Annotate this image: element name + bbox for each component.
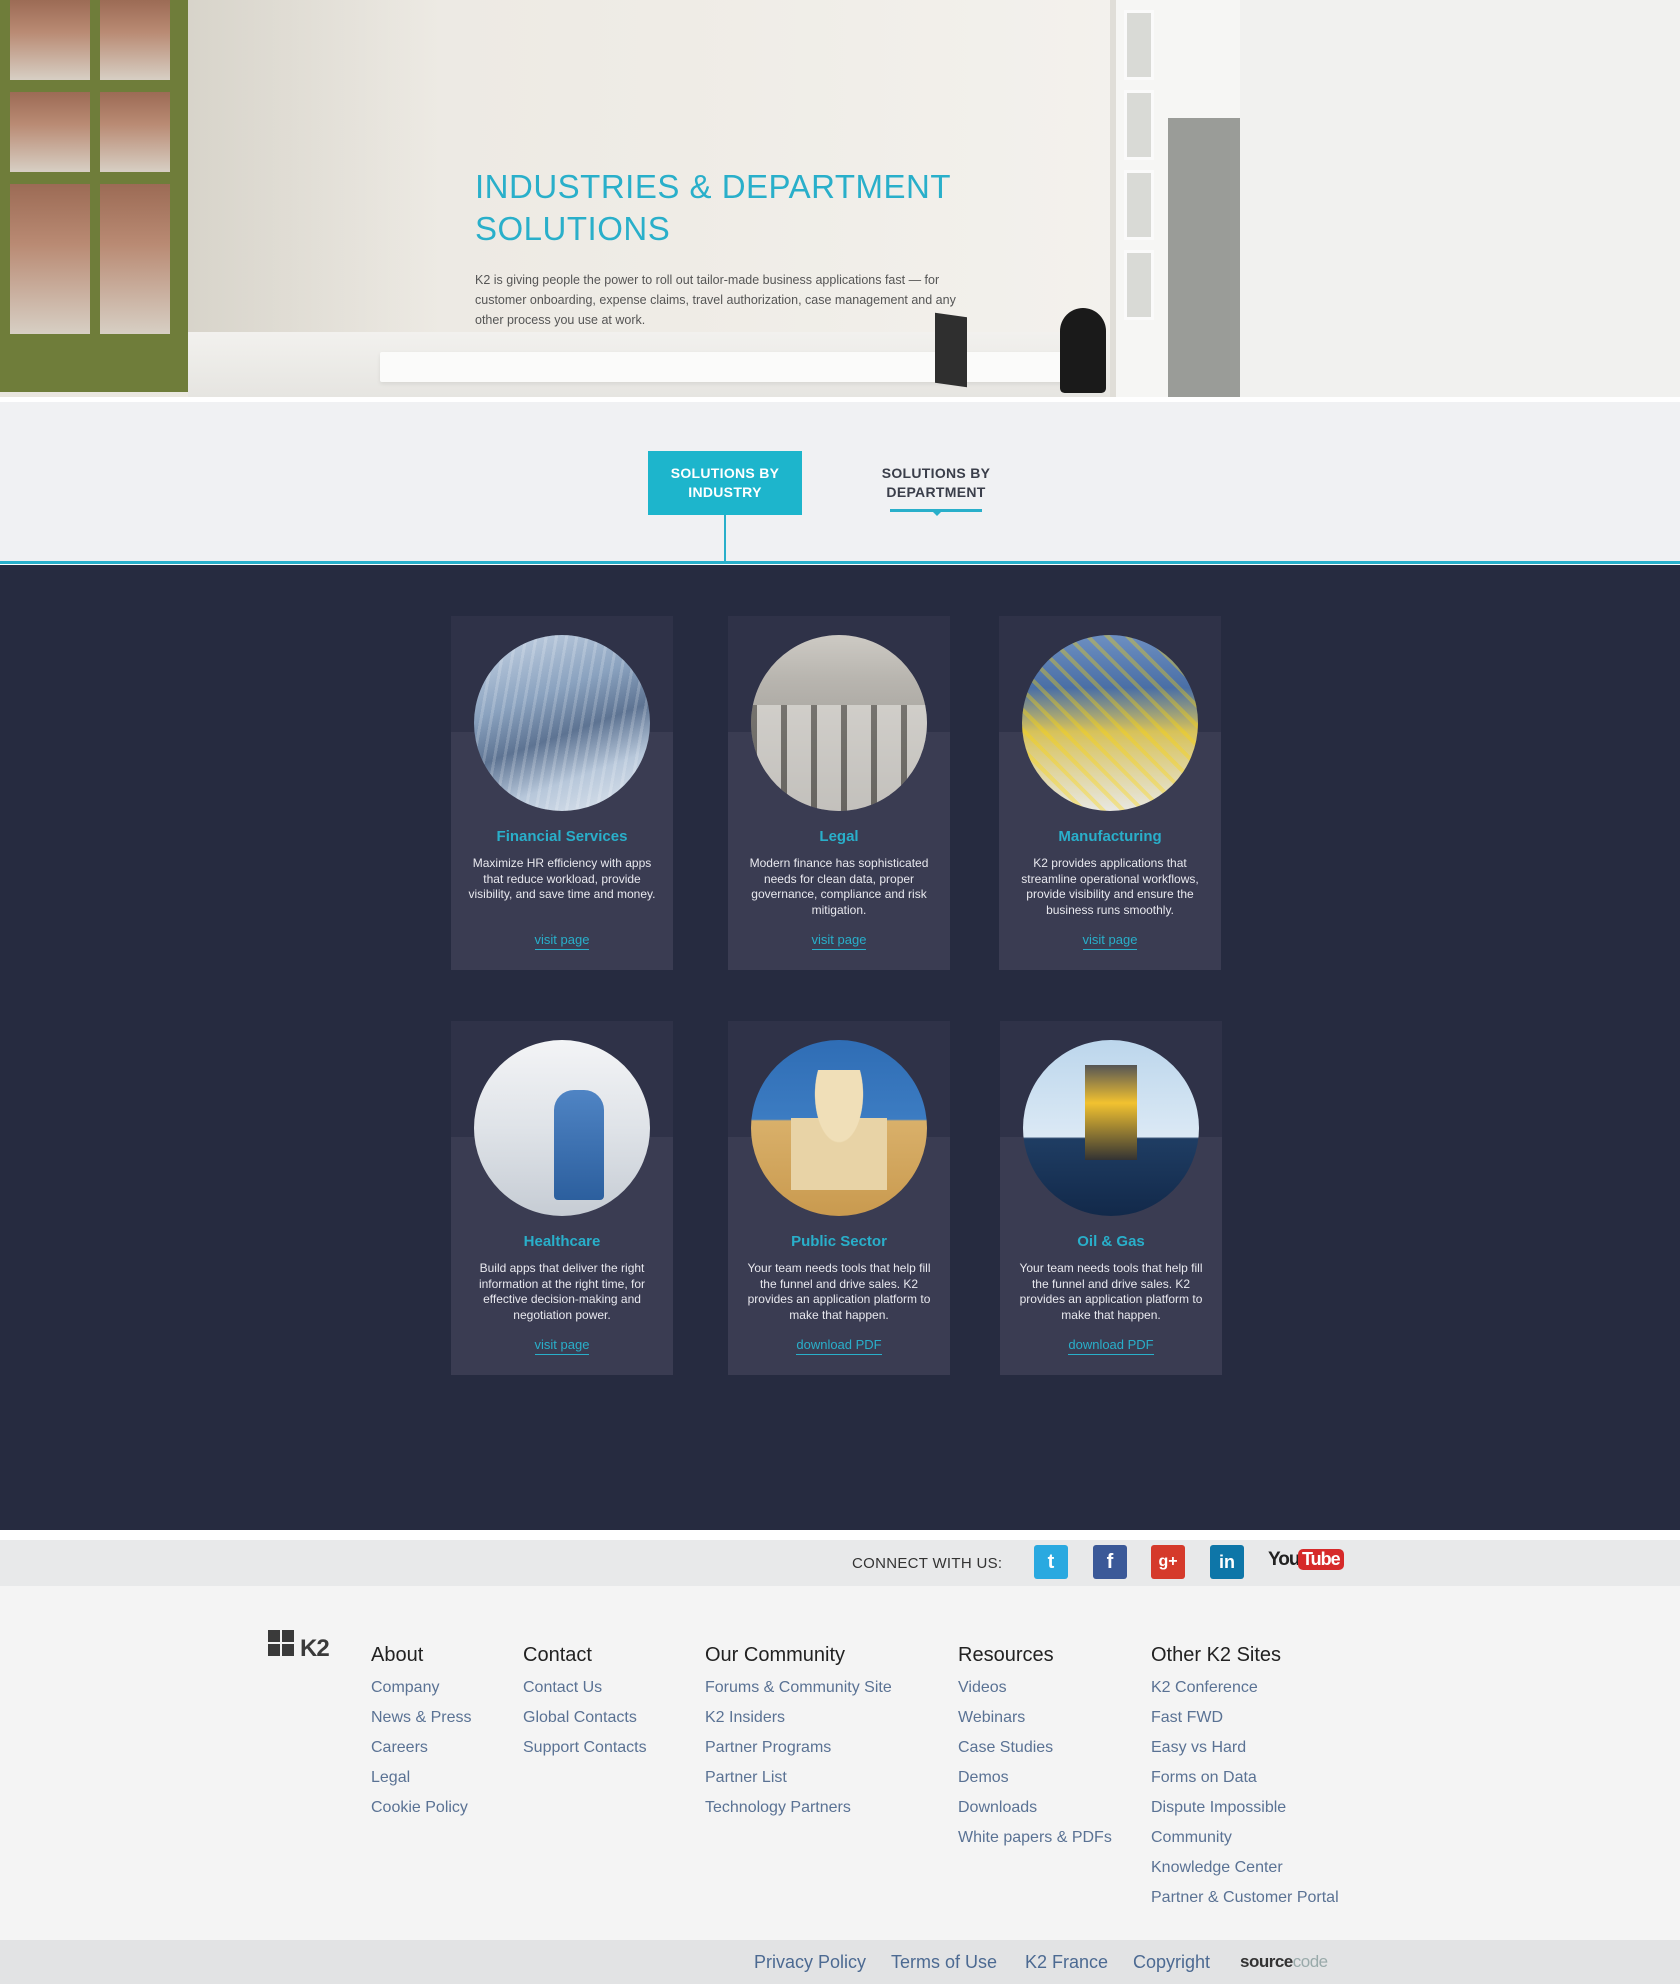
card-title: Financial Services [496,828,628,845]
footer-col-resources: Resources Videos Webinars Case Studies D… [958,1644,1112,1853]
footer-link[interactable]: Easy vs Hard [1151,1733,1339,1763]
footer-col-contact: Contact Contact Us Global Contacts Suppo… [523,1644,647,1763]
card-description: Build apps that deliver the right inform… [478,1261,646,1322]
tab-department-label: SOLUTIONS BY DEPARTMENT [881,465,991,500]
copyright-link[interactable]: Copyright [1133,1952,1210,1973]
terms-of-use-link[interactable]: Terms of Use [891,1952,997,1973]
card-title: Legal [819,828,859,845]
footer: K2 About Company News & Press Careers Le… [0,1586,1680,1940]
hero-banner: INDUSTRIES & DEPARTMENT SOLUTIONS K2 is … [0,0,1680,397]
footer-link[interactable]: Technology Partners [705,1793,892,1823]
legal-image [751,635,927,811]
hero-description: K2 is giving people the power to roll ou… [475,273,956,327]
financial-services-image [474,635,650,811]
card-oil-gas: Oil & Gas Your team needs tools that hel… [1000,1021,1222,1375]
tab-solutions-by-department[interactable]: SOLUTIONS BY DEPARTMENT [858,451,1014,516]
page-title: INDUSTRIES & DEPARTMENT SOLUTIONS [475,168,951,247]
footer-link[interactable]: Dispute Impossible [1151,1793,1339,1823]
visit-page-link[interactable]: visit page [534,932,590,950]
connect-label: CONNECT WITH US: [852,1555,1003,1572]
footer-col-community: Our Community Forums & Community Site K2… [705,1644,892,1823]
linkedin-icon[interactable]: in [1210,1545,1244,1579]
footer-col-title: About [371,1644,424,1666]
industry-cards-section: Financial Services Maximize HR efficienc… [0,565,1680,1530]
card-description: Your team needs tools that help fill the… [1019,1261,1203,1322]
card-title: Oil & Gas [1077,1233,1145,1250]
card-healthcare: Healthcare Build apps that deliver the r… [451,1021,673,1375]
footer-col-title: Resources [958,1644,1054,1666]
footer-link[interactable]: Videos [958,1673,1112,1703]
footer-link[interactable]: White papers & PDFs [958,1823,1112,1853]
footer-col-title: Other K2 Sites [1151,1644,1282,1666]
k2-logo[interactable]: K2 [268,1630,338,1664]
k2-france-link[interactable]: K2 France [1025,1952,1108,1973]
youtube-icon[interactable]: You Tube [1268,1546,1344,1580]
legal-bar: Privacy Policy Terms of Use K2 France Co… [0,1940,1680,1984]
visit-page-link[interactable]: visit page [1082,932,1138,950]
healthcare-image [474,1040,650,1216]
solutions-tabs: SOLUTIONS BY INDUSTRY SOLUTIONS BY DEPAR… [0,402,1680,564]
footer-link[interactable]: K2 Insiders [705,1703,892,1733]
footer-link[interactable]: Company [371,1673,471,1703]
public-sector-image [751,1040,927,1216]
tab-solutions-by-industry[interactable]: SOLUTIONS BY INDUSTRY [648,451,802,515]
footer-link[interactable]: Legal [371,1763,471,1793]
manufacturing-image [1022,635,1198,811]
visit-page-link[interactable]: visit page [811,932,867,950]
google-plus-icon[interactable]: g+ [1151,1545,1185,1579]
card-title: Public Sector [791,1233,887,1250]
card-description: K2 provides applications that streamline… [1021,856,1199,917]
hero-window-image [0,0,188,392]
tab-active-indicator [724,515,726,562]
card-description: Your team needs tools that help fill the… [747,1261,931,1322]
sourcecode-logo[interactable]: sourcecode [1240,1952,1328,1972]
footer-link[interactable]: Support Contacts [523,1733,647,1763]
card-financial-services: Financial Services Maximize HR efficienc… [451,616,673,970]
facebook-icon[interactable]: f [1093,1545,1127,1579]
privacy-policy-link[interactable]: Privacy Policy [754,1952,866,1973]
footer-col-title: Our Community [705,1644,846,1666]
social-bar: CONNECT WITH US: t f g+ in You Tube [0,1540,1680,1586]
footer-link[interactable]: Webinars [958,1703,1112,1733]
download-pdf-link[interactable]: download PDF [1068,1337,1154,1355]
footer-col-title: Contact [523,1644,592,1666]
footer-link[interactable]: Contact Us [523,1673,647,1703]
oil-gas-image [1023,1040,1199,1216]
card-legal: Legal Modern finance has sophisticated n… [728,616,950,970]
footer-col-about: About Company News & Press Careers Legal… [371,1644,471,1823]
footer-link[interactable]: Case Studies [958,1733,1112,1763]
footer-link[interactable]: Forms on Data [1151,1763,1339,1793]
footer-link[interactable]: Cookie Policy [371,1793,471,1823]
card-description: Maximize HR efficiency with apps that re… [468,856,656,901]
footer-link[interactable]: Demos [958,1763,1112,1793]
footer-link[interactable]: Knowledge Center [1151,1853,1339,1883]
footer-link[interactable]: Partner List [705,1763,892,1793]
footer-link[interactable]: K2 Conference [1151,1673,1339,1703]
visit-page-link[interactable]: visit page [534,1337,590,1355]
footer-link[interactable]: Community [1151,1823,1339,1853]
footer-col-other-sites: Other K2 Sites K2 Conference Fast FWD Ea… [1151,1644,1339,1913]
footer-link[interactable]: Global Contacts [523,1703,647,1733]
footer-link[interactable]: Downloads [958,1793,1112,1823]
footer-link[interactable]: Fast FWD [1151,1703,1339,1733]
twitter-icon[interactable]: t [1034,1545,1068,1579]
footer-link[interactable]: News & Press [371,1703,471,1733]
chevron-down-icon [930,509,944,516]
card-public-sector: Public Sector Your team needs tools that… [728,1021,950,1375]
card-title: Manufacturing [1058,828,1162,845]
footer-link[interactable]: Forums & Community Site [705,1673,892,1703]
footer-link[interactable]: Partner & Customer Portal [1151,1883,1339,1913]
download-pdf-link[interactable]: download PDF [796,1337,882,1355]
card-manufacturing: Manufacturing K2 provides applications t… [999,616,1221,970]
footer-link[interactable]: Partner Programs [705,1733,892,1763]
card-title: Healthcare [523,1233,601,1250]
footer-link[interactable]: Careers [371,1733,471,1763]
card-description: Modern finance has sophisticated needs f… [749,856,929,917]
